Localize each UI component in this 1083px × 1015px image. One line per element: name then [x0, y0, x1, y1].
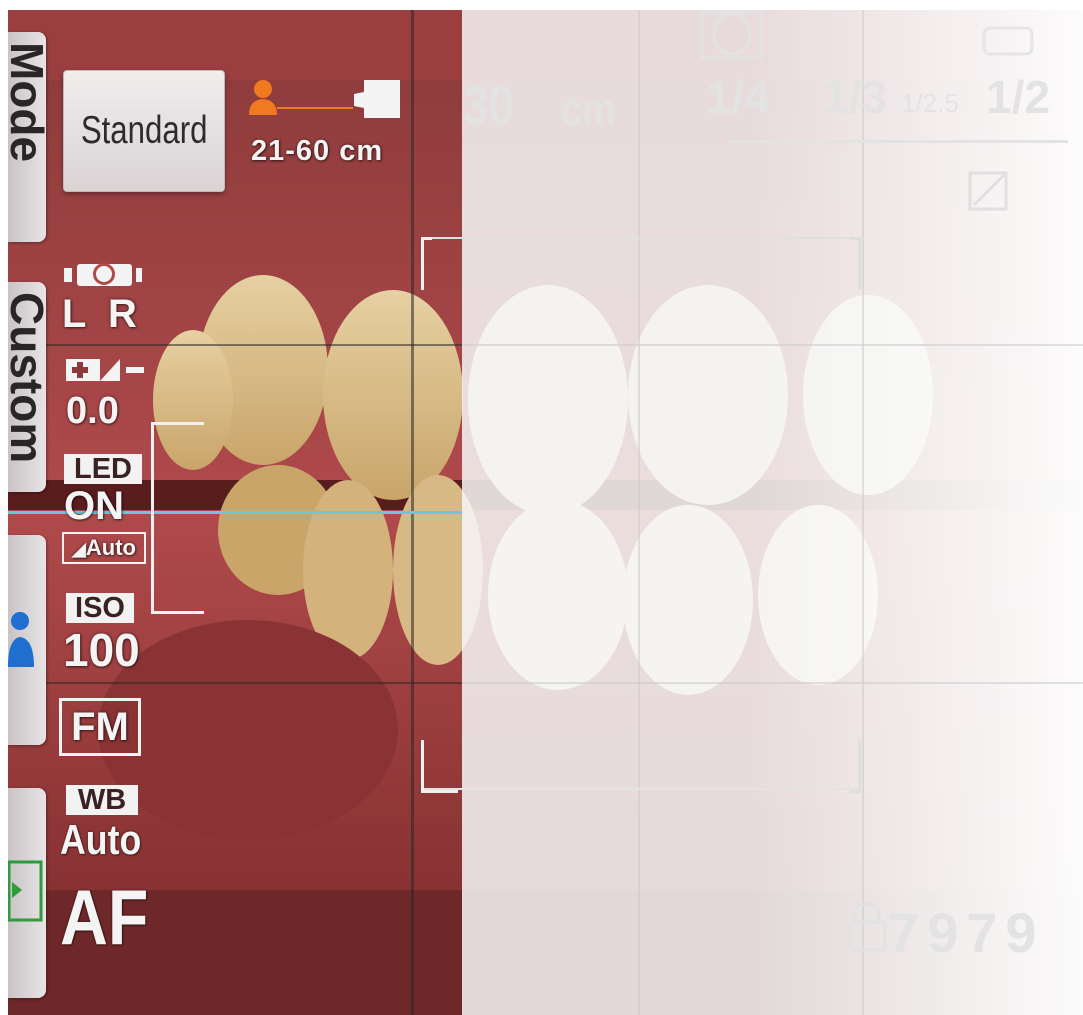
af-frame-bottom — [421, 788, 861, 790]
magnification-option[interactable]: 1/2 — [986, 70, 1050, 124]
shooting-mode-label: Standard — [80, 109, 208, 152]
shooting-mode-button[interactable]: Standard — [63, 70, 225, 192]
led-label: LED — [64, 454, 142, 484]
af-frame-top — [421, 237, 861, 239]
playback-icon — [8, 860, 43, 922]
tab-mode-label: Mode — [8, 42, 46, 163]
led-mode-label: Auto — [85, 535, 136, 560]
af-frame-corner — [850, 740, 861, 793]
distance-value: 30 — [463, 73, 515, 136]
led-mode[interactable]: ◢Auto — [62, 532, 146, 564]
tab-profile[interactable] — [8, 535, 46, 745]
grid-line — [462, 682, 1083, 684]
flash-left-label: L — [62, 292, 87, 336]
metering-label[interactable]: FM — [59, 698, 141, 756]
face-icon — [700, 10, 764, 60]
af-frame-corner — [421, 740, 458, 793]
focus-range-text: 21-60 cm — [251, 135, 384, 167]
distance-unit: cm — [561, 83, 616, 135]
overlay-fade-edge — [753, 10, 1083, 1015]
magnification-option[interactable]: 1/2.5 — [901, 88, 959, 119]
magnification-scale — [728, 140, 1068, 143]
iso-value: 100 — [63, 624, 140, 676]
wb-label: WB — [66, 785, 138, 815]
grid-line — [8, 344, 462, 346]
ring-flash-icon — [64, 263, 142, 286]
focus-mode-label[interactable]: AF — [60, 872, 148, 963]
tab-playback[interactable] — [8, 788, 46, 998]
af-frame-corner — [421, 237, 432, 290]
grid-line — [8, 682, 462, 684]
crop-icon — [968, 171, 1008, 211]
person-icon — [8, 612, 34, 667]
magnification-option[interactable]: 1/3 — [823, 70, 887, 124]
wb-value: Auto — [60, 816, 142, 863]
tab-mode[interactable]: Mode — [8, 32, 46, 242]
tab-custom[interactable]: Custom — [8, 282, 46, 492]
af-frame-corner — [850, 237, 861, 290]
magnification-option[interactable]: 1/4 — [706, 70, 770, 124]
grid-line — [862, 10, 864, 1015]
led-state: ON — [64, 484, 124, 528]
tab-custom-label: Custom — [8, 292, 46, 464]
person-to-camera-icon — [249, 80, 400, 118]
flash-right-label: R — [108, 292, 137, 336]
camera-body-icon — [982, 26, 1034, 56]
grid-line — [638, 10, 640, 1015]
exposure-value: 0.0 — [66, 390, 119, 432]
led-mode-icon: ◢ — [72, 539, 86, 559]
camera-viewfinder[interactable]: Mode Custom Standard 21-60 cm 30 cm 1/4 … — [8, 10, 1083, 1015]
grid-line — [462, 344, 1083, 346]
shots-remaining: 7979 — [888, 901, 1045, 964]
selection-bracket — [151, 422, 204, 614]
exposure-compensation-icon — [66, 359, 144, 381]
lock-icon — [847, 902, 887, 952]
iso-label: ISO — [66, 593, 134, 623]
